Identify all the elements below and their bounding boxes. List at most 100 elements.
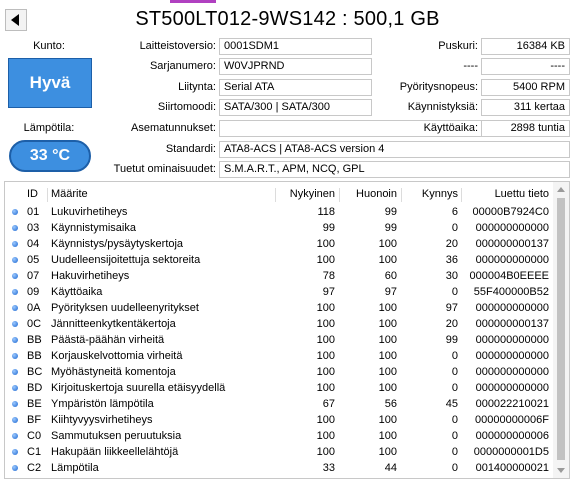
power-on-hours-field: 2898 tuntia <box>481 120 570 137</box>
cell-raw: 00000000006F <box>474 414 549 426</box>
cell-raw: B53900000B51 <box>461 476 549 478</box>
table-row[interactable]: 04 Käynnistys/pysäytyskertoja 100 100 20 0000… <box>5 236 553 252</box>
cell-id: BF <box>27 414 42 426</box>
cell-id: 04 <box>27 238 40 250</box>
health-status-badge[interactable]: Hyvä <box>8 58 92 108</box>
cell-worst: 100 <box>378 366 397 378</box>
status-dot-icon <box>12 353 18 359</box>
cell-raw: 000000000000 <box>475 222 549 234</box>
cell-worst: 97 <box>339 476 397 478</box>
header-threshold[interactable]: Kynnys <box>401 186 458 202</box>
table-row[interactable]: 0C Jännitteenkytkentäkertoja 100 100 20 00000… <box>5 316 553 332</box>
cell-raw: 00000B7924C0 <box>472 206 549 218</box>
scroll-down-icon[interactable] <box>557 468 565 473</box>
cell-threshold: 30 <box>445 270 458 282</box>
cell-name: Jännitteenkytkentäkertoja <box>51 318 176 330</box>
cell-threshold: 0 <box>451 350 458 362</box>
table-row[interactable]: BD Kirjoituskertoja suurella etäisyydellä… <box>5 380 553 396</box>
table-row[interactable]: C1 Hakupään liikkeellelähtöjä 100 100 0 00000… <box>5 444 553 460</box>
cell-threshold: 0 <box>451 446 458 458</box>
cell-raw: 0000000001D5 <box>473 446 549 458</box>
scroll-up-icon[interactable] <box>557 187 565 192</box>
table-row[interactable]: BE Ympäristön lämpötila 67 56 45 000022210021 <box>5 396 553 412</box>
table-row[interactable]: 0A Pyörityksen uudelleenyritykset 100 100 97… <box>5 300 553 316</box>
cell-id: 0A <box>27 302 41 314</box>
table-row[interactable]: 09 Käyttöaika 97 97 0 55F400000B52 <box>5 284 553 300</box>
cell-current: 100 <box>316 430 335 442</box>
cell-name: Sammutuksen peruutuksia <box>51 430 182 442</box>
cell-threshold: 0 <box>451 430 458 442</box>
cell-current: 99 <box>322 222 335 234</box>
smart-attributes-table[interactable]: ID Määrite Nykyinen Huonoin Kynnys Luett… <box>4 181 570 479</box>
status-dot-icon <box>12 465 18 471</box>
cell-name: Käyttöaika <box>51 286 103 298</box>
status-dot-icon <box>12 369 18 375</box>
cell-worst: 100 <box>378 334 397 346</box>
status-dot-icon <box>12 241 18 247</box>
cell-threshold: 6 <box>451 206 458 218</box>
table-row[interactable]: BB Korjauskelvottomia virheitä 100 100 0 0000… <box>5 348 553 364</box>
features-field: S.M.A.R.T., APM, NCQ, GPL <box>219 161 570 178</box>
cell-name: Uudelleensijoitettuja sektoreita <box>51 254 201 266</box>
standard-label: Standardi: <box>165 143 216 155</box>
table-row[interactable]: C4 Sektoreiden uudelleensijoitustapahtuma… <box>5 476 553 478</box>
cell-raw: 000000000000 <box>475 302 549 314</box>
table-row[interactable]: C2 Lämpötila 33 44 0 001400000021 <box>5 460 553 476</box>
power-on-count-label: Käynnistyksiä: <box>407 101 478 113</box>
cell-name: Hakupään liikkeellelähtöjä <box>51 446 179 458</box>
table-row[interactable]: 01 Lukuvirhetiheys 118 99 6 00000B7924C0 <box>5 204 553 220</box>
table-row[interactable]: BC Myöhästyneitä komentoja 100 100 0 00000000… <box>5 364 553 380</box>
firmware-label: Laitteistoversio: <box>139 40 216 52</box>
table-row[interactable]: 03 Käynnistymisaika 99 99 0 000000000000 <box>5 220 553 236</box>
buffer-field: 16384 KB <box>481 38 570 55</box>
rotation-field: 5400 RPM <box>481 79 570 96</box>
column-divider <box>47 188 48 202</box>
cell-raw: 001400000021 <box>475 462 549 474</box>
cell-threshold: 45 <box>445 398 458 410</box>
cell-threshold: 20 <box>445 238 458 250</box>
cell-name: Lämpötila <box>51 462 99 474</box>
table-row[interactable]: 07 Hakuvirhetiheys 78 60 30 000004B0EEEE <box>5 268 553 284</box>
cell-name: Käynnistys/pysäytyskertoja <box>51 238 184 250</box>
cell-name: Lukuvirhetiheys <box>51 206 128 218</box>
scrollbar-thumb[interactable] <box>557 198 565 460</box>
cell-raw: 000000000000 <box>475 334 549 346</box>
header-worst[interactable]: Huonoin <box>339 186 397 202</box>
transfer-mode-label: Siirtomoodi: <box>157 101 216 113</box>
header-raw[interactable]: Luettu tieto <box>461 186 549 202</box>
header-name[interactable]: Määrite <box>51 186 88 202</box>
header-id[interactable]: ID <box>27 186 38 202</box>
tab-indicator <box>170 0 216 3</box>
status-dot-icon <box>12 305 18 311</box>
cell-threshold: 97 <box>445 302 458 314</box>
table-scrollbar[interactable] <box>553 182 569 478</box>
cell-worst: 100 <box>378 318 397 330</box>
cell-current: 100 <box>316 350 335 362</box>
cell-raw: 000000000006 <box>475 430 549 442</box>
cell-id: BD <box>27 382 43 394</box>
cell-worst: 100 <box>378 430 397 442</box>
status-dot-icon <box>12 321 18 327</box>
interface-field: Serial ATA <box>219 79 372 96</box>
cell-id: 05 <box>27 254 40 266</box>
cell-worst: 100 <box>378 414 397 426</box>
serial-field: W0VJPRND <box>219 58 372 75</box>
cell-name: Käynnistymisaika <box>51 222 136 234</box>
status-dot-icon <box>12 417 18 423</box>
unknown-label: ---- <box>463 60 478 72</box>
features-label: Tuetut ominaisuudet: <box>113 163 216 175</box>
table-row[interactable]: BB Päästä-päähän virheitä 100 100 99 00000000… <box>5 332 553 348</box>
temperature-badge[interactable]: 33 °C <box>9 140 91 172</box>
cell-raw: 000000000000 <box>475 382 549 394</box>
table-row[interactable]: C0 Sammutuksen peruutuksia 100 100 0 00000000… <box>5 428 553 444</box>
status-dot-icon <box>12 337 18 343</box>
header-current[interactable]: Nykyinen <box>275 186 335 202</box>
cell-current: 100 <box>316 254 335 266</box>
table-row[interactable]: BF Kiihtyvyysvirhetiheys 100 100 0 0000000000… <box>5 412 553 428</box>
table-row[interactable]: 05 Uudelleensijoitettuja sektoreita 100 100… <box>5 252 553 268</box>
drive-letters-label: Asematunnukset: <box>131 122 216 134</box>
cell-current: 100 <box>316 318 335 330</box>
table-header: ID Määrite Nykyinen Huonoin Kynnys Luett… <box>5 186 553 202</box>
cell-raw: 55F400000B52 <box>473 286 549 298</box>
status-dot-icon <box>12 273 18 279</box>
